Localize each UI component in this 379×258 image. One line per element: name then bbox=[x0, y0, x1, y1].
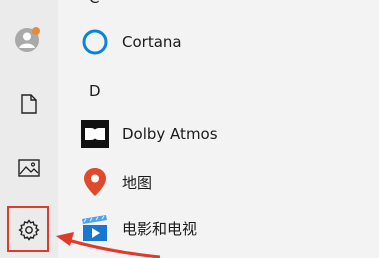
red-arrow-annotation bbox=[56, 232, 161, 258]
